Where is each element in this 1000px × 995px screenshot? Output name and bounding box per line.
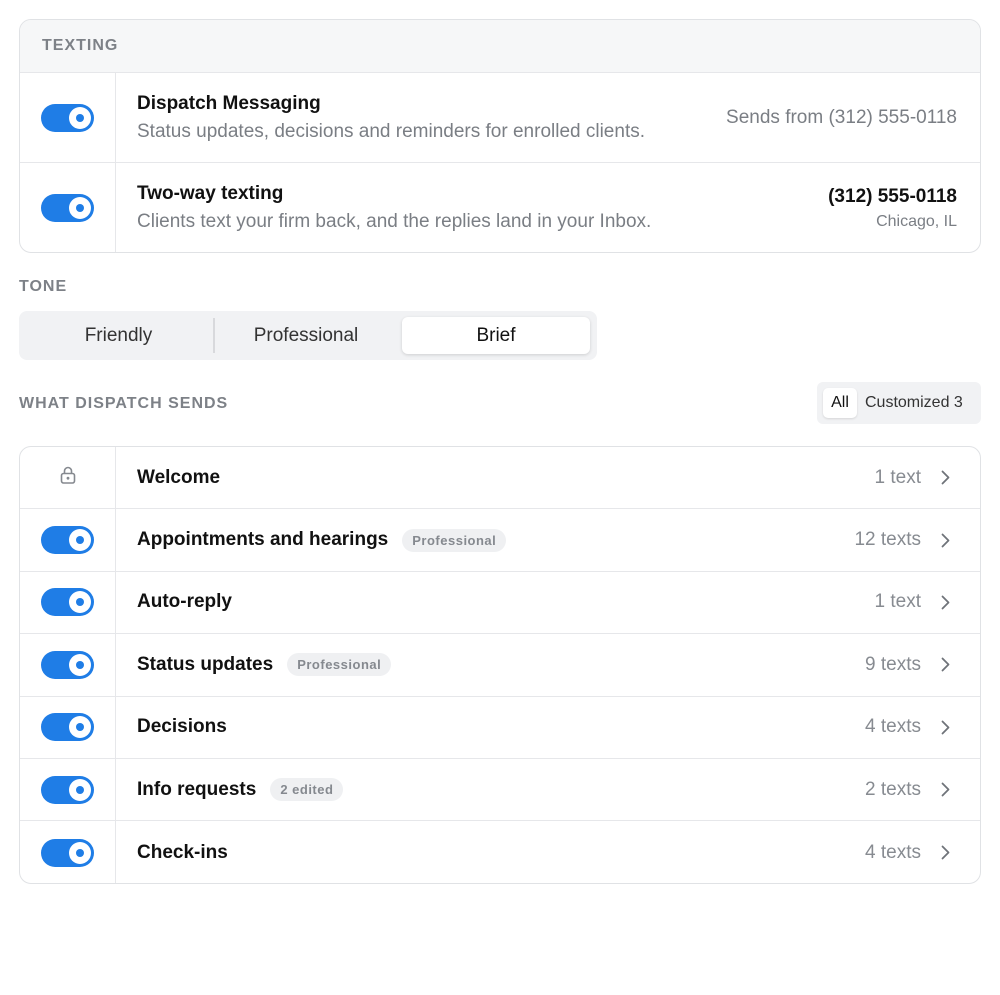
message-count: 2 texts	[865, 778, 921, 800]
row-body: Appointments and hearings Professional	[116, 528, 980, 552]
message-row-auto-reply[interactable]: Auto-reply 1 text	[20, 571, 980, 635]
row-body: Check-ins	[116, 842, 980, 864]
two-way-texting-row: Two-way texting Clients text your firm b…	[20, 163, 980, 252]
sends-filter: All Customized 3	[817, 382, 981, 424]
toggle-cell	[20, 758, 116, 821]
tone-badge: Professional	[402, 528, 507, 552]
message-count: 1 text	[874, 466, 921, 488]
toggle-cell	[20, 571, 116, 634]
check-ins-toggle[interactable]	[41, 838, 94, 867]
phone-number: (312) 555-0118	[828, 186, 957, 207]
decisions-toggle[interactable]	[41, 713, 94, 742]
sends-card: Welcome 1 text Appointments and hearings…	[19, 446, 981, 884]
row-body: Status updates Professional	[116, 653, 980, 677]
message-count: 9 texts	[865, 653, 921, 675]
tone-option-brief[interactable]: Brief	[402, 317, 590, 354]
message-count: 1 text	[874, 591, 921, 613]
message-row-decisions[interactable]: Decisions 4 texts	[20, 696, 980, 759]
chevron-right-icon[interactable]	[939, 719, 951, 735]
row-text: Dispatch Messaging Status updates, decis…	[137, 93, 645, 143]
info-requests-toggle[interactable]	[41, 775, 94, 804]
row-body: Auto-reply	[116, 591, 980, 613]
toggle-knob	[69, 529, 91, 552]
message-title: Status updates	[137, 653, 274, 675]
filter-all-button[interactable]: All	[823, 388, 857, 418]
phone-info: (312) 555-0118 Chicago, IL	[828, 186, 957, 231]
texting-section-label: TEXTING	[42, 37, 119, 54]
message-row-info-requests[interactable]: Info requests 2 edited 2 texts	[20, 758, 980, 822]
toggle-cell	[20, 73, 116, 162]
chevron-right-icon[interactable]	[939, 782, 951, 798]
tone-selector: Friendly Professional Brief	[19, 311, 597, 360]
appointments-toggle[interactable]	[41, 526, 94, 555]
chevron-right-icon[interactable]	[939, 845, 951, 861]
toggle-knob	[69, 106, 91, 129]
tone-badge: Professional	[287, 653, 392, 677]
toggle-cell	[20, 163, 116, 252]
message-title: Welcome	[137, 466, 221, 488]
dispatch-messaging-subtitle: Status updates, decisions and reminders …	[137, 120, 645, 142]
message-row-check-ins[interactable]: Check-ins 4 texts	[20, 821, 980, 883]
chevron-right-icon[interactable]	[939, 657, 951, 673]
toggle-knob	[69, 778, 91, 801]
lock-cell	[20, 447, 116, 509]
message-count: 12 texts	[854, 529, 921, 551]
two-way-texting-subtitle: Clients text your firm back, and the rep…	[137, 211, 652, 232]
message-title: Appointments and hearings	[137, 529, 389, 551]
message-title: Info requests	[137, 778, 257, 800]
texting-card: TEXTING Dispatch Messaging Status update…	[19, 19, 981, 253]
message-row-status-updates[interactable]: Status updates Professional 9 texts	[20, 634, 980, 697]
texting-header: TEXTING	[20, 20, 980, 73]
message-title: Check-ins	[137, 841, 228, 863]
toggle-knob	[69, 716, 91, 739]
row-body: Welcome	[116, 467, 980, 489]
row-text: Two-way texting Clients text your firm b…	[137, 183, 651, 233]
sends-section-label: WHAT DISPATCH SENDS	[19, 395, 229, 412]
two-way-texting-title: Two-way texting	[137, 183, 284, 204]
row-body: Decisions	[116, 716, 980, 738]
toggle-knob	[69, 197, 91, 219]
dispatch-messaging-toggle[interactable]	[41, 103, 94, 132]
row-body: Info requests 2 edited	[116, 778, 980, 802]
two-way-texting-toggle[interactable]	[41, 194, 94, 222]
chevron-right-icon[interactable]	[939, 470, 951, 486]
chevron-right-icon[interactable]	[939, 532, 951, 548]
lock-icon	[60, 466, 76, 489]
toggle-knob	[69, 841, 91, 864]
message-title: Auto-reply	[137, 591, 232, 613]
toggle-cell	[20, 696, 116, 758]
sends-from-number: Sends from (312) 555-0118	[726, 107, 957, 128]
message-row-appointments[interactable]: Appointments and hearings Professional 1…	[20, 509, 980, 572]
tone-option-professional[interactable]: Professional	[215, 317, 397, 354]
phone-location: Chicago, IL	[876, 213, 957, 230]
toggle-cell	[20, 509, 116, 571]
toggle-knob	[69, 653, 91, 676]
tone-option-friendly[interactable]: Friendly	[25, 317, 212, 354]
toggle-knob	[69, 591, 91, 614]
edited-badge: 2 edited	[270, 778, 344, 802]
dispatch-messaging-title: Dispatch Messaging	[137, 92, 321, 114]
toggle-cell	[20, 634, 116, 696]
message-title: Decisions	[137, 716, 227, 738]
toggle-cell	[20, 821, 116, 883]
dispatch-messaging-row: Dispatch Messaging Status updates, decis…	[20, 73, 980, 163]
tone-section-label: TONE	[19, 278, 68, 295]
chevron-right-icon[interactable]	[939, 594, 951, 610]
message-row-welcome[interactable]: Welcome 1 text	[20, 447, 980, 510]
auto-reply-toggle[interactable]	[41, 588, 94, 617]
message-count: 4 texts	[865, 716, 921, 738]
status-updates-toggle[interactable]	[41, 650, 94, 679]
filter-customized-button[interactable]: Customized 3	[865, 382, 963, 424]
message-count: 4 texts	[865, 841, 921, 863]
